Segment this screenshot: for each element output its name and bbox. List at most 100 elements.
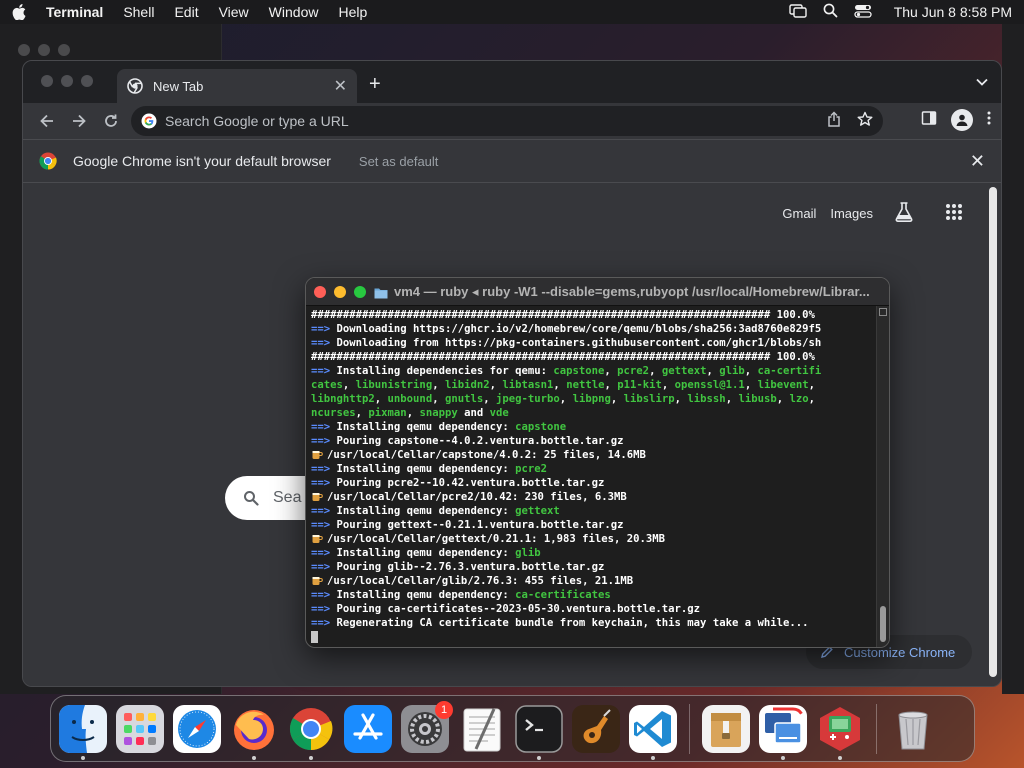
terminal-text-segment: lzo [789, 393, 809, 405]
terminal-text-segment: glib [515, 547, 541, 559]
set-default-button[interactable]: Set as default [359, 154, 439, 169]
forward-arrow-icon[interactable] [65, 107, 93, 135]
running-indicator [81, 755, 85, 760]
google-apps-grid-icon[interactable] [945, 203, 963, 224]
terminal-output[interactable]: ########################################… [306, 306, 878, 647]
apple-menu-icon[interactable] [12, 4, 28, 20]
terminal-titlebar[interactable]: vm4 — ruby ◂ ruby -W1 --disable=gems,rub… [306, 278, 889, 306]
terminal-text-segment: , [604, 379, 618, 391]
share-icon[interactable] [827, 110, 841, 132]
page-scrollbar[interactable] [989, 187, 997, 677]
terminal-text-segment: glib [719, 365, 745, 377]
terminal-line: ==> Installing qemu dependency: pcre2 [311, 462, 878, 476]
terminal-scrollbar[interactable] [876, 306, 889, 647]
chrome-menu-kebab-icon[interactable] [987, 110, 991, 131]
images-link[interactable]: Images [830, 206, 873, 221]
chrome-logo-icon [39, 152, 57, 170]
terminal-line [311, 630, 878, 644]
tab-close-icon[interactable]: ✕ [334, 76, 347, 96]
terminal-text-segment: , [342, 379, 356, 391]
menu-clock[interactable]: Thu Jun 8 8:58 PM [894, 4, 1012, 20]
chrome-toolbar: Search Google or type a URL [23, 103, 1001, 139]
tab-new-tab[interactable]: New Tab ✕ [117, 69, 357, 103]
menu-shell[interactable]: Shell [123, 4, 154, 20]
terminal-text-segment: pcre2 [515, 463, 547, 475]
terminal-text-segment: ==> [311, 323, 337, 335]
dock-trash-icon[interactable] [889, 705, 937, 753]
terminal-text-segment: Installing qemu dependency: [336, 547, 516, 559]
terminal-line: ==> Pouring pcre2--10.42.ventura.bottle.… [311, 476, 878, 490]
dock-terminal-icon[interactable] [515, 704, 563, 760]
dock-game-emulator-icon[interactable] [816, 705, 864, 760]
gmail-link[interactable]: Gmail [782, 206, 816, 221]
terminal-text-segment: libevent [757, 379, 809, 391]
terminal-line: ==> Pouring ca-certificates--2023-05-30.… [311, 602, 878, 616]
terminal-text-segment: /usr/local/Cellar/glib/2.76.3: 455 files… [327, 575, 634, 587]
bookmark-star-icon[interactable] [857, 111, 873, 132]
background-window-edge [1002, 24, 1024, 694]
terminal-text-segment: ==> [311, 547, 337, 559]
spotlight-search-icon[interactable] [823, 3, 838, 21]
menu-bar: Terminal Shell Edit View Window Help Thu… [0, 0, 1024, 24]
terminal-line: /usr/local/Cellar/gettext/0.21.1: 1,983 … [311, 532, 878, 546]
terminal-text-segment: , [483, 393, 497, 405]
dock-system-settings-icon[interactable]: 1 [401, 700, 453, 753]
terminal-text-segment: , [489, 379, 503, 391]
terminal-text-segment: /usr/local/Cellar/pcre2/10.42: 230 files… [327, 491, 627, 503]
menu-app-name[interactable]: Terminal [46, 4, 103, 20]
chrome-window-controls[interactable] [41, 75, 93, 87]
terminal-text-segment: pixman [368, 407, 407, 419]
terminal-text-segment: vde [489, 407, 509, 419]
terminal-text-segment: capstone [515, 421, 567, 433]
terminal-text-segment: gettext [661, 365, 707, 377]
terminal-cursor [311, 631, 318, 643]
omnibox[interactable]: Search Google or type a URL [131, 106, 883, 136]
terminal-text-segment: , [432, 379, 445, 391]
terminal-text-segment: /usr/local/Cellar/capstone/4.0.2: 25 fil… [327, 449, 646, 461]
menu-window[interactable]: Window [269, 4, 319, 20]
omnibox-placeholder: Search Google or type a URL [165, 113, 349, 129]
dock-chrome-icon[interactable] [287, 705, 335, 760]
terminal-text-segment: ==> [311, 463, 337, 475]
dock-textedit-icon[interactable] [458, 705, 506, 753]
menu-edit[interactable]: Edit [174, 4, 198, 20]
new-tab-plus-icon[interactable]: + [369, 73, 381, 96]
infobar-close-icon[interactable]: ✕ [970, 151, 985, 172]
terminal-text-segment: , [661, 379, 675, 391]
dock-finder-icon[interactable] [59, 704, 107, 760]
dock-garageband-icon[interactable] [572, 704, 620, 753]
dock-migration-assistant-icon[interactable] [759, 704, 807, 760]
terminal-text-segment: , [355, 407, 369, 419]
tab-search-chevron-icon[interactable] [975, 75, 989, 89]
back-arrow-icon[interactable] [33, 107, 61, 135]
dock-archive-utility-icon[interactable] [702, 704, 750, 753]
minimize-window-icon[interactable] [334, 285, 346, 298]
dock-firefox-icon[interactable] [230, 705, 278, 760]
terminal-text-segment: ==> [311, 365, 337, 377]
dock-vscode-icon[interactable] [629, 704, 677, 760]
terminal-text-segment: openssl@1.1 [674, 379, 745, 391]
profile-avatar-icon[interactable] [951, 109, 973, 131]
labs-flask-icon[interactable] [893, 201, 915, 226]
zoom-window-icon[interactable] [354, 285, 366, 298]
close-window-icon[interactable] [314, 285, 326, 298]
terminal-text-segment: Pouring glib--2.76.3.ventura.bottle.tar.… [336, 561, 605, 573]
dock-safari-icon[interactable] [173, 704, 221, 753]
terminal-line: ########################################… [311, 308, 878, 322]
terminal-line: /usr/local/Cellar/pcre2/10.42: 230 files… [311, 490, 878, 504]
terminal-text-segment: ==> [311, 617, 337, 629]
terminal-text-segment: , [706, 365, 720, 377]
dock-launchpad-icon[interactable] [116, 704, 164, 753]
menu-view[interactable]: View [219, 4, 249, 20]
reload-icon[interactable] [97, 107, 125, 135]
terminal-text-segment: Downloading https://ghcr.io/v2/homebrew/… [336, 323, 822, 335]
beer-mug-icon [311, 490, 323, 502]
menu-help[interactable]: Help [338, 4, 367, 20]
terminal-text-segment: ==> [311, 337, 337, 349]
screen-mirroring-icon[interactable] [789, 3, 807, 21]
side-panel-icon[interactable] [921, 110, 937, 131]
terminal-line: ==> Regenerating CA certificate bundle f… [311, 616, 878, 630]
terminal-line: ==> Installing dependencies for qemu: ca… [311, 364, 878, 378]
dock-app-store-icon[interactable] [344, 704, 392, 753]
control-center-icon[interactable] [854, 4, 872, 21]
